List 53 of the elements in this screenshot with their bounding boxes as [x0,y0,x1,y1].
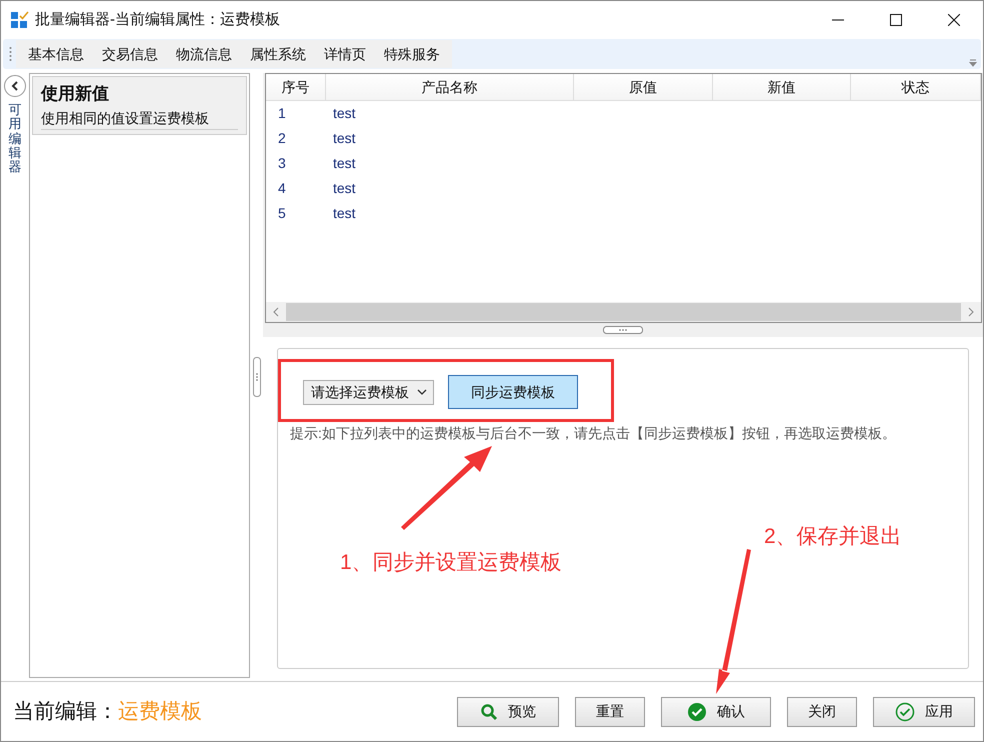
column-header[interactable]: 原值 [574,74,713,100]
splitter-handle-icon [603,326,643,334]
table-cell-text: 1 [277,104,287,123]
dialog-button[interactable]: 确认 [661,696,771,726]
current-edit-value: 运费模板 [118,698,202,725]
hint-text: 提示:如下拉列表中的运费模板与后台不一致，请先点击【同步运费模板】按钮，再选取运费模板。 [290,424,897,443]
dialog-button[interactable]: 重置 [575,696,645,726]
table-cell-text: test [332,204,356,223]
table-cell-text: test [332,129,356,148]
column-header[interactable]: 新值 [713,74,851,100]
minimize-icon [832,19,844,21]
editor-description: 使用相同的值设置运费模板 [41,107,238,130]
check-circle-icon [687,702,707,722]
horizontal-scrollbar[interactable] [266,302,981,322]
table-cell-text: 5 [277,204,287,223]
current-edit-label: 当前编辑： [13,698,118,725]
window-title: 批量编辑器-当前编辑属性：运费模板 [35,10,280,30]
close-icon [948,14,960,26]
table-cell-text: test [332,179,356,198]
collapse-button[interactable] [4,75,26,97]
side-tab-label[interactable]: 可用编辑器 [8,103,22,174]
menu-tab[interactable]: 物流信息 [167,40,241,68]
dialog-button[interactable]: 关闭 [787,696,857,726]
table-cell-text: 3 [277,154,287,173]
menu-tab[interactable]: 特殊服务 [375,40,449,68]
dialog-button[interactable]: 预览 [457,696,559,726]
chevron-down-icon [417,388,427,396]
menu-tab[interactable]: 交易信息 [93,40,167,68]
annotation-text: 1、同步并设置运费模板 [340,550,562,576]
check-circle-icon [895,702,915,722]
column-header[interactable]: 状态 [851,74,981,100]
menu-tab[interactable]: 属性系统 [241,40,315,68]
overflow-icon [969,59,977,67]
table-cell-text: 2 [277,129,287,148]
menu-tab[interactable]: 基本信息 [19,40,93,68]
splitter-handle-icon [252,357,260,397]
template-dropdown[interactable]: 请选择运费模板 [303,380,434,404]
sync-template-button[interactable]: 同步运费模板 [448,375,578,409]
table-cell-text: test [332,104,356,123]
menu-tab[interactable]: 详情页 [315,40,375,68]
search-icon [480,702,498,720]
annotation-text: 2、保存并退出 [764,524,902,550]
table-cell-text: test [332,154,356,173]
maximize-icon [890,14,902,26]
app-icon [11,11,29,29]
table-cell-text: 4 [277,179,287,198]
editor-card[interactable]: 使用新值 使用相同的值设置运费模板 [32,76,247,135]
column-header[interactable]: 产品名称 [326,74,574,100]
grip-icon [9,46,12,62]
dialog-button[interactable]: 应用 [873,696,975,726]
chevron-left-icon [10,81,20,91]
column-header[interactable]: 序号 [266,74,326,100]
editor-title: 使用新值 [41,83,110,105]
